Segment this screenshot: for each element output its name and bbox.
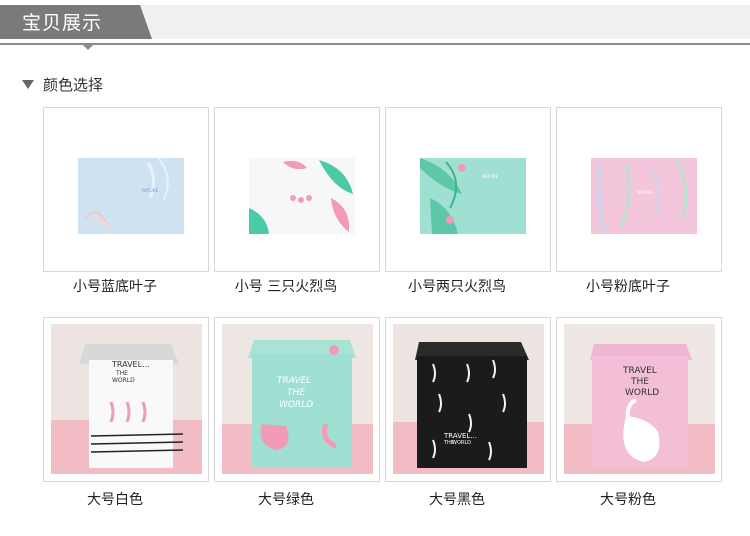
- product-small-two-flamingos-label: 小号两只火烈鸟: [408, 279, 506, 295]
- svg-text:NATURE: NATURE: [142, 188, 159, 193]
- print-the: THE: [287, 388, 305, 398]
- print-travel: TRAVEL: [623, 366, 657, 376]
- product-small-three-flamingos-label: 小号 三只火烈鸟: [234, 279, 338, 295]
- print-the: THE: [116, 370, 128, 377]
- pink-leaf-mirror-image: NATURE: [591, 158, 697, 234]
- print-travel: TRAVEL...: [444, 432, 477, 440]
- black-mirror-photo: [393, 324, 544, 474]
- white-mirror-photo: [51, 324, 202, 474]
- two-flamingo-mirror-image: NATURE: [420, 158, 526, 234]
- product-small-three-flamingos[interactable]: [214, 107, 380, 272]
- product-small-blue-leaves[interactable]: NATURE: [43, 107, 209, 272]
- section-title: 颜色选择: [43, 75, 104, 94]
- print-world: WORLD: [112, 377, 135, 384]
- product-large-white[interactable]: TRAVEL... THE WORLD: [43, 317, 209, 482]
- blue-leaf-mirror-image: NATURE: [78, 158, 184, 234]
- print-world: WORLD: [279, 400, 314, 410]
- print-the: THE: [631, 377, 649, 387]
- svg-text:NATURE: NATURE: [482, 174, 499, 179]
- notch-indicator: [83, 45, 93, 50]
- product-large-white-label: 大号白色: [87, 492, 143, 508]
- header-divider: [0, 43, 750, 45]
- svg-text:NATURE: NATURE: [637, 190, 654, 195]
- page-header: 宝贝展示: [0, 0, 750, 50]
- three-flamingo-mirror-image: [249, 158, 355, 234]
- product-small-two-flamingos[interactable]: NATURE: [385, 107, 551, 272]
- pink-mirror-photo: [564, 324, 715, 474]
- print-travel: TRAVEL: [277, 376, 312, 386]
- product-large-black-label: 大号黑色: [429, 492, 485, 508]
- print-world: WORLD: [452, 440, 471, 446]
- product-large-green[interactable]: TRAVEL THE WORLD: [214, 317, 380, 482]
- green-mirror-photo: [222, 324, 373, 474]
- product-small-pink-leaves[interactable]: NATURE: [556, 107, 722, 272]
- product-small-pink-leaves-label: 小号粉底叶子: [586, 279, 670, 295]
- print-travel: TRAVEL...: [112, 360, 150, 369]
- print-world: WORLD: [625, 388, 660, 398]
- product-large-black[interactable]: TRAVEL... THE WORLD: [385, 317, 551, 482]
- product-large-green-label: 大号绿色: [258, 492, 314, 508]
- triangle-down-icon: [22, 79, 34, 89]
- color-selection-heading: 颜色选择: [22, 74, 103, 94]
- page-title: 宝贝展示: [22, 12, 103, 34]
- product-large-pink-label: 大号粉色: [600, 492, 656, 508]
- product-large-pink[interactable]: TRAVEL THE WORLD: [556, 317, 722, 482]
- product-small-blue-leaves-label: 小号蓝底叶子: [73, 279, 157, 295]
